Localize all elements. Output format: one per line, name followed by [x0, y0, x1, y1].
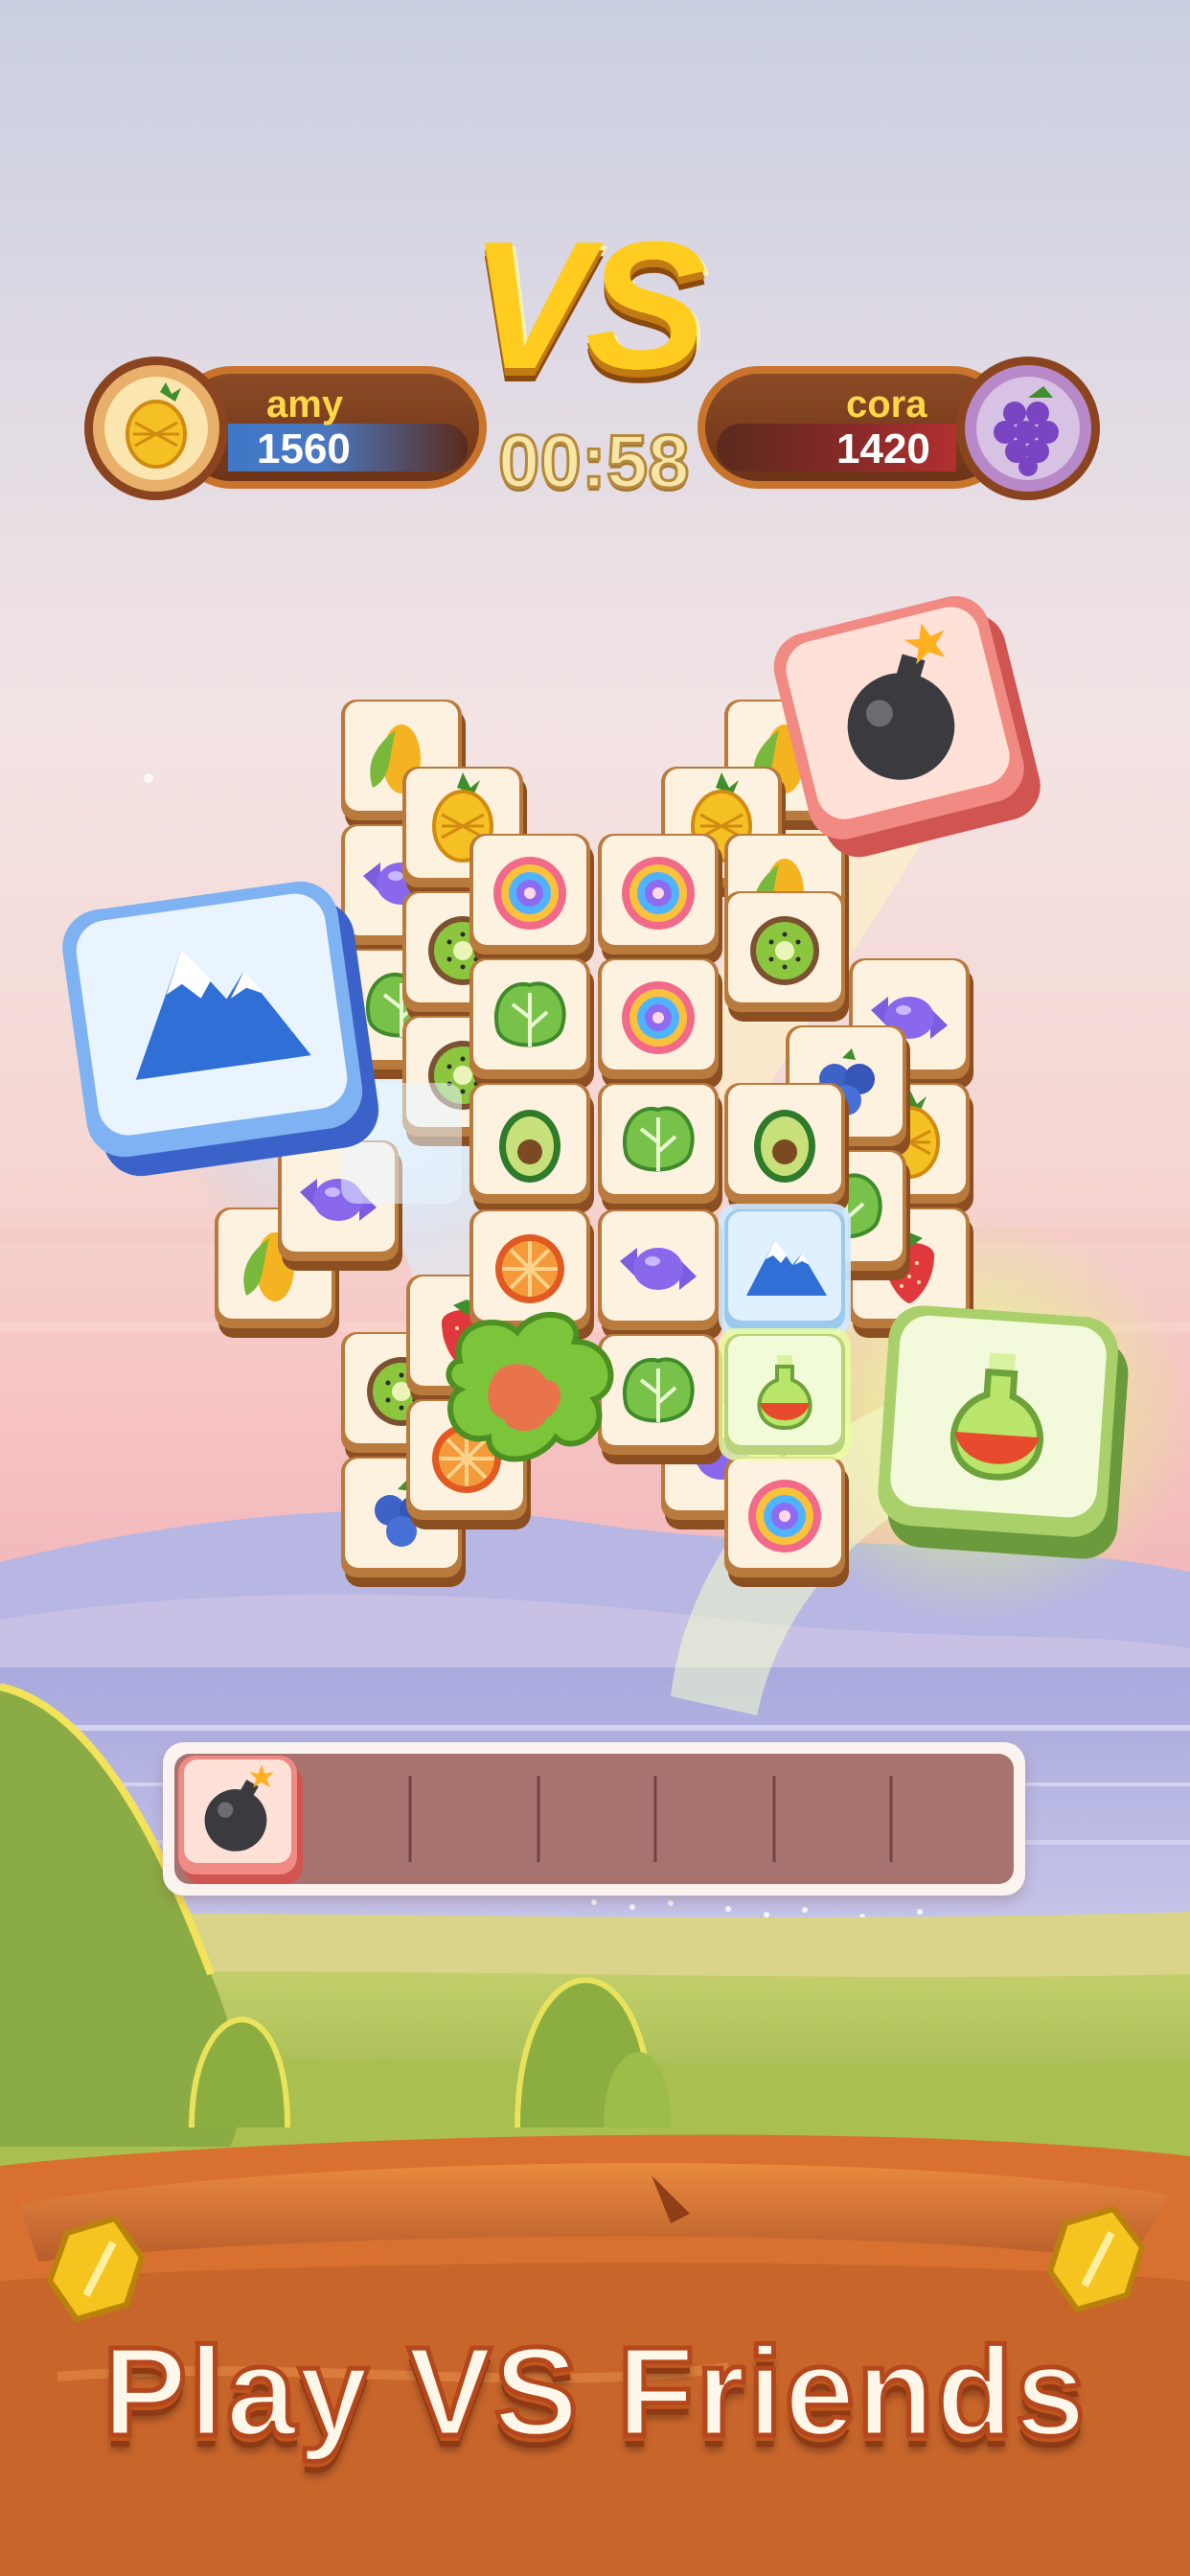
- tile: [598, 1209, 722, 1340]
- tile-highlighted: [719, 1204, 851, 1336]
- vs-label: VS: [469, 204, 706, 407]
- tile-highlighted: [719, 1328, 851, 1460]
- player-score: 1560: [257, 426, 351, 472]
- tile: [598, 958, 722, 1089]
- match-timer: 00:58: [497, 418, 691, 505]
- tile: [469, 834, 594, 964]
- pineapple-icon: [104, 377, 208, 480]
- tile: [598, 834, 722, 964]
- tile: [598, 1083, 722, 1213]
- promo-title: Play VS Friends: [101, 2319, 1088, 2465]
- grapes-icon: [976, 377, 1080, 480]
- game-screen: { "header": { "vs_label": "VS", "timer":…: [0, 0, 1190, 2576]
- tile-tray: [163, 1742, 1025, 1896]
- tile: [724, 1083, 849, 1213]
- player-panel-right: cora 1420: [698, 356, 1100, 500]
- player-avatar: [956, 356, 1100, 500]
- tile: [598, 1334, 722, 1464]
- player-name: cora: [846, 383, 927, 426]
- tray-slot-bomb[interactable]: [176, 1754, 310, 1888]
- player-name: amy: [266, 383, 344, 426]
- player-panel-left: amy 1560: [84, 356, 487, 500]
- player-score: 1420: [836, 426, 930, 472]
- tile: [724, 1457, 849, 1587]
- tile: [469, 1083, 594, 1213]
- tile: [724, 891, 849, 1022]
- flying-tile-potion: [878, 1305, 1129, 1559]
- flying-tile-mountain: [62, 881, 379, 1177]
- tile: [469, 958, 594, 1089]
- player-avatar: [84, 356, 228, 500]
